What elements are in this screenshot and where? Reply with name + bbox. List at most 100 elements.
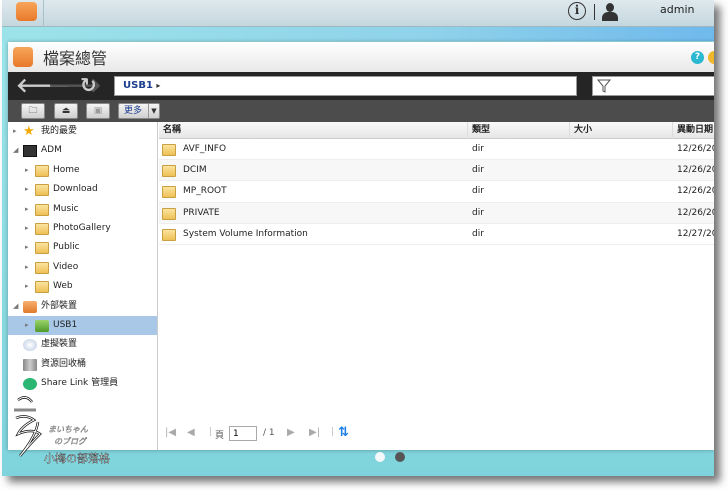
more-button[interactable]: 更多 ▼: [118, 103, 160, 119]
sidebar-item-label: 虛擬裝置: [41, 339, 78, 350]
sidebar-item-music[interactable]: ▸ Music: [8, 200, 157, 219]
file-date: 12/26/20: [677, 207, 714, 218]
expand-arrow-icon[interactable]: ▸: [25, 219, 29, 238]
folder-icon: [35, 164, 49, 177]
virtual-device-icon: [23, 339, 37, 352]
minimize-icon[interactable]: [708, 51, 714, 64]
expand-arrow-icon[interactable]: ▸: [25, 161, 29, 180]
folder-icon: [162, 186, 176, 199]
file-date: 12/26/20: [677, 144, 714, 154]
expand-arrow-icon[interactable]: ▸: [25, 200, 29, 219]
new-folder-button[interactable]: 🗀: [21, 103, 45, 119]
eject-button[interactable]: ⏏: [54, 103, 78, 119]
file-name: AVF_INFO: [183, 144, 227, 154]
path-arrow-icon[interactable]: ▸: [156, 81, 160, 90]
sidebar-item-label: Music: [53, 203, 79, 214]
pagination: |◀ ◀ | 頁 / 1 ▶ ▶| | ⇅: [159, 425, 459, 445]
table-header: 名稱 類型 大小 異動日期: [159, 122, 714, 139]
expand-arrow-icon[interactable]: ▸: [13, 122, 17, 141]
expand-arrow-icon[interactable]: ▸: [25, 258, 29, 277]
window-title-bar: 檔案總管 ?: [8, 42, 714, 72]
user-icon[interactable]: [602, 3, 618, 21]
sidebar-item-web[interactable]: ▸ Web: [8, 277, 157, 296]
first-page-icon[interactable]: |◀: [165, 427, 176, 438]
sidebar-item-資源回收桶[interactable]: 資源回收桶: [8, 355, 157, 374]
file-name: PRIVATE: [183, 207, 220, 218]
sidebar-item-photogallery[interactable]: ▸ PhotoGallery: [8, 219, 157, 238]
sidebar-item-public[interactable]: ▸ Public: [8, 238, 157, 257]
svg-text:まいちゃん: まいちゃん: [48, 425, 89, 434]
svg-text:小梅の部落格: 小梅の部落格: [44, 451, 110, 465]
expand-arrow-icon[interactable]: ▸: [25, 316, 29, 335]
folder-icon: [162, 207, 176, 220]
sidebar-item-label: USB1: [53, 319, 78, 330]
table-row[interactable]: PRIVATE dir 12/26/20: [159, 202, 714, 224]
file-name: System Volume Information: [183, 228, 308, 239]
sidebar-item-label: 資源回收桶: [41, 358, 87, 369]
window-title: 檔案總管: [43, 49, 108, 68]
info-icon[interactable]: i: [568, 2, 586, 20]
table-row[interactable]: DCIM dir 12/26/20: [159, 160, 714, 182]
table-row[interactable]: MP_ROOT dir 12/26/20: [159, 181, 714, 203]
more-label: 更多: [124, 106, 143, 116]
divider: [594, 4, 595, 20]
folder-icon: [35, 281, 49, 294]
desktop-stripe: [2, 27, 714, 41]
column-date[interactable]: 異動日期: [673, 122, 714, 139]
column-type[interactable]: 類型: [468, 122, 570, 139]
page-label: 頁: [215, 431, 225, 441]
prev-page-icon[interactable]: ◀: [187, 427, 195, 438]
sidebar-item-label: PhotoGallery: [53, 222, 111, 233]
refresh-icon[interactable]: ↻: [80, 74, 97, 96]
sidebar-item-我的最愛[interactable]: ▸ ★ 我的最愛: [8, 122, 157, 141]
external-device-icon: [23, 300, 37, 313]
sidebar-item-usb1[interactable]: ▸ USB1: [8, 315, 157, 336]
file-name: MP_ROOT: [183, 186, 227, 197]
expand-arrow-icon[interactable]: ▸: [25, 180, 29, 199]
expand-arrow-icon[interactable]: ◢: [13, 141, 18, 160]
sidebar-item-虛擬裝置[interactable]: 虛擬裝置: [8, 335, 157, 354]
page-total: / 1: [263, 428, 275, 438]
properties-button[interactable]: ▣: [86, 103, 110, 119]
column-name[interactable]: 名稱: [159, 122, 468, 139]
folder-icon: [35, 203, 49, 216]
page-dot[interactable]: [375, 452, 385, 462]
path-bar[interactable]: USB1 ▸: [114, 76, 577, 96]
trash-icon: [23, 358, 37, 371]
svg-text:のブログ: のブログ: [54, 437, 88, 446]
file-explorer-icon: [13, 47, 33, 67]
sidebar-item-video[interactable]: ▸ Video: [8, 258, 157, 277]
page-input[interactable]: [229, 426, 257, 441]
sidebar-item-外部裝置[interactable]: ◢ 外部裝置: [8, 297, 157, 316]
sidebar-item-label: Home: [53, 164, 80, 175]
file-date: 12/26/20: [677, 186, 714, 197]
table-row[interactable]: System Volume Information dir 12/27/20: [159, 224, 714, 245]
username[interactable]: admin: [660, 3, 694, 16]
sidebar-item-home[interactable]: ▸ Home: [8, 161, 157, 180]
watermark-signature: まいちゃん のブログ 小梅の部落格: [14, 396, 110, 465]
expand-arrow-icon[interactable]: ◢: [13, 297, 18, 316]
sidebar-item-share-link-管理員[interactable]: Share Link 管理員: [8, 374, 157, 393]
file-date: 12/27/20: [677, 228, 714, 239]
path-segment[interactable]: USB1: [123, 80, 153, 91]
table-row[interactable]: AVF_INFO dir 12/26/20: [159, 139, 714, 161]
divider: |: [331, 427, 335, 437]
sidebar-item-download[interactable]: ▸ Download: [8, 180, 157, 199]
page-dot-active[interactable]: [395, 452, 405, 462]
next-page-icon[interactable]: ▶: [287, 427, 295, 438]
help-icon[interactable]: ?: [691, 51, 704, 64]
refresh-icon[interactable]: ⇅: [338, 425, 349, 440]
sidebar-item-label: Download: [53, 184, 98, 195]
filter-input[interactable]: [592, 76, 714, 96]
column-size[interactable]: 大小: [570, 122, 673, 139]
folder-icon: [35, 184, 49, 197]
expand-arrow-icon[interactable]: ▸: [25, 277, 29, 296]
file-date: 12/26/20: [677, 165, 714, 176]
last-page-icon[interactable]: ▶|: [309, 427, 320, 438]
expand-arrow-icon[interactable]: ▸: [25, 238, 29, 257]
sidebar-item-adm[interactable]: ◢ ADM: [8, 141, 157, 160]
sidebar-item-label: ADM: [41, 145, 62, 156]
file-explorer-taskbar-icon[interactable]: [16, 2, 37, 21]
chevron-down-icon[interactable]: ▼: [148, 104, 159, 118]
sidebar-item-label: Share Link 管理員: [41, 378, 119, 389]
